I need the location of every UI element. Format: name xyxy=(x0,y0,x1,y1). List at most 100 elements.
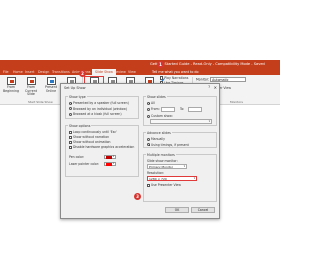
tab-insert[interactable]: Insert xyxy=(25,70,34,74)
cancel-button[interactable]: Cancel xyxy=(191,207,215,213)
monitor-dropdown[interactable]: Automatic xyxy=(210,77,247,82)
radio-icon xyxy=(69,107,72,110)
slideshow-start-icon xyxy=(6,77,16,85)
multiple-monitors-legend: Multiple monitors xyxy=(146,152,176,157)
step-1-callout: 1 xyxy=(157,61,164,68)
tell-me-search[interactable]: Tell me what you want to do xyxy=(152,70,199,74)
show-without-animation-label: Show without animation xyxy=(73,140,111,144)
show-type-group: Show type Presented by a speaker (full s… xyxy=(65,94,139,119)
present-online-label: Present Online xyxy=(45,85,57,93)
tab-design[interactable]: Design xyxy=(38,70,49,74)
checkbox-icon xyxy=(147,183,150,187)
radio-icon xyxy=(147,137,150,141)
laser-pointer-color-label: Laser pointer color: xyxy=(69,162,100,166)
show-type-kiosk-radio[interactable]: Browsed at a kiosk (full screen) xyxy=(69,112,122,116)
radio-selected-icon xyxy=(69,101,72,105)
from-slide-input[interactable] xyxy=(161,106,175,112)
advance-timings-radio[interactable]: Using timings, if present xyxy=(147,143,189,147)
show-slides-to-label: To: xyxy=(180,107,185,111)
slide-show-monitor-dropdown[interactable]: Primary Monitor ▾ xyxy=(147,164,187,169)
monitor-value: Automatic xyxy=(212,78,229,82)
pen-color-picker[interactable]: ▾ xyxy=(104,154,116,159)
ribbon-tab-bar: File Home Insert Design Transitions Anim… xyxy=(0,68,280,75)
advance-slides-legend: Advance slides xyxy=(146,130,172,135)
advance-slides-group: Advance slides Manually Using timings, i… xyxy=(143,130,217,148)
show-type-option-label: Browsed by an individual (window) xyxy=(73,106,127,111)
from-current-label: From Current Slide xyxy=(25,85,37,97)
resolution-label: Resolution: xyxy=(147,171,165,175)
show-slides-legend: Show slides xyxy=(146,94,167,99)
chevron-down-icon: ▾ xyxy=(112,155,115,159)
show-slides-from-label: From: xyxy=(151,107,160,111)
start-slide-show-group-label: Start Slide Show xyxy=(28,100,53,104)
show-slides-all-label: All xyxy=(151,101,155,105)
advance-manually-label: Manually xyxy=(151,137,165,141)
screenshot-stage: Getting Started Guide - Read-Only - Comp… xyxy=(0,0,280,280)
step-3-callout: 3 xyxy=(134,193,141,200)
show-type-presented-radio[interactable]: Presented by a speaker (full screen) xyxy=(69,101,129,105)
laser-pointer-color-picker[interactable]: ▾ xyxy=(104,161,116,166)
monitor-label: Monitor: xyxy=(196,77,210,82)
chevron-down-icon: ▾ xyxy=(193,177,195,180)
show-without-narration-checkbox[interactable]: Show without narration xyxy=(69,135,109,139)
custom-show-dropdown[interactable]: ▾ xyxy=(150,119,212,124)
from-current-slide-button[interactable]: From Current Slide xyxy=(21,77,41,97)
checkbox-icon xyxy=(69,140,72,144)
ok-button[interactable]: OK xyxy=(165,207,189,213)
pen-color-label: Pen color: xyxy=(69,155,85,159)
disable-hw-acceleration-label: Disable hardware graphics acceleration xyxy=(73,145,135,149)
play-narrations-checkbox[interactable]: Play Narrations xyxy=(160,76,188,80)
show-without-animation-checkbox[interactable]: Show without animation xyxy=(69,140,111,144)
show-slides-all-radio[interactable]: All xyxy=(147,101,155,105)
chevron-down-icon: ▾ xyxy=(208,120,210,123)
dialog-presenter-view-checkbox[interactable]: Use Presenter View xyxy=(147,183,181,187)
show-type-browsed-window-radio[interactable]: Browsed by an individual (window) xyxy=(69,107,127,111)
present-online-button[interactable]: Present Online xyxy=(41,77,61,93)
monitors-group-label: Monitors xyxy=(230,100,243,104)
chevron-down-icon: ▾ xyxy=(183,165,185,168)
slideshow-current-icon xyxy=(26,77,36,85)
custom-show-label: Custom show: xyxy=(151,114,173,118)
show-options-group: Show options Loop continuously until 'Es… xyxy=(65,123,139,177)
checkbox-icon xyxy=(69,130,72,134)
monitor-selector: Monitor: Automatic xyxy=(196,77,247,82)
title-bar: Getting Started Guide - Read-Only - Comp… xyxy=(0,60,280,68)
to-slide-input[interactable] xyxy=(188,106,202,112)
chevron-down-icon: ▾ xyxy=(112,162,115,166)
play-narrations-label: Play Narrations xyxy=(164,76,189,80)
custom-show-radio[interactable]: Custom show: xyxy=(147,114,173,118)
multiple-monitors-group: Multiple monitors Slide show monitor: Pr… xyxy=(143,152,217,202)
radio-selected-icon xyxy=(147,101,150,105)
tab-view[interactable]: View xyxy=(128,70,136,74)
show-without-narration-label: Show without narration xyxy=(73,135,110,139)
resolution-value: 1280 × 720 xyxy=(149,177,167,181)
tab-file[interactable]: File xyxy=(3,70,9,74)
window-title: Getting Started Guide - Read-Only - Comp… xyxy=(150,61,265,66)
disable-hw-acceleration-checkbox[interactable]: Disable hardware graphics acceleration xyxy=(69,145,134,149)
tab-home[interactable]: Home xyxy=(13,70,23,74)
dialog-presenter-view-label: Use Presenter View xyxy=(151,183,181,187)
from-beginning-button[interactable]: From Beginning xyxy=(1,77,21,93)
radio-icon xyxy=(147,107,150,111)
slide-show-monitor-label: Slide show monitor: xyxy=(147,159,178,163)
advance-manually-radio[interactable]: Manually xyxy=(147,137,165,141)
step-2-callout: 2 xyxy=(79,70,86,77)
show-slides-group: Show slides All From: To: Custom show: ▾ xyxy=(143,94,217,126)
tab-review[interactable]: Review xyxy=(114,70,126,74)
dialog-title: Set Up Show xyxy=(64,85,86,90)
loop-continuously-label: Loop continuously until 'Esc' xyxy=(73,130,117,134)
loop-continuously-checkbox[interactable]: Loop continuously until 'Esc' xyxy=(69,130,117,134)
tab-transitions[interactable]: Transitions xyxy=(52,70,70,74)
checkbox-icon xyxy=(69,145,72,149)
show-slides-from-radio[interactable]: From: xyxy=(147,107,160,111)
resolution-dropdown[interactable]: 1280 × 720 ▾ xyxy=(147,176,197,181)
help-icon[interactable]: ? xyxy=(208,85,210,89)
show-type-legend: Show type xyxy=(68,94,87,99)
show-type-option-label: Browsed at a kiosk (full screen) xyxy=(73,112,122,116)
radio-selected-icon xyxy=(147,143,150,146)
close-icon[interactable]: ✕ xyxy=(214,85,217,90)
laser-color-swatch xyxy=(106,163,112,166)
radio-icon xyxy=(147,114,150,118)
slide-show-monitor-value: Primary Monitor xyxy=(149,165,173,169)
show-type-option-label: Presented by a speaker (full screen) xyxy=(73,101,129,105)
